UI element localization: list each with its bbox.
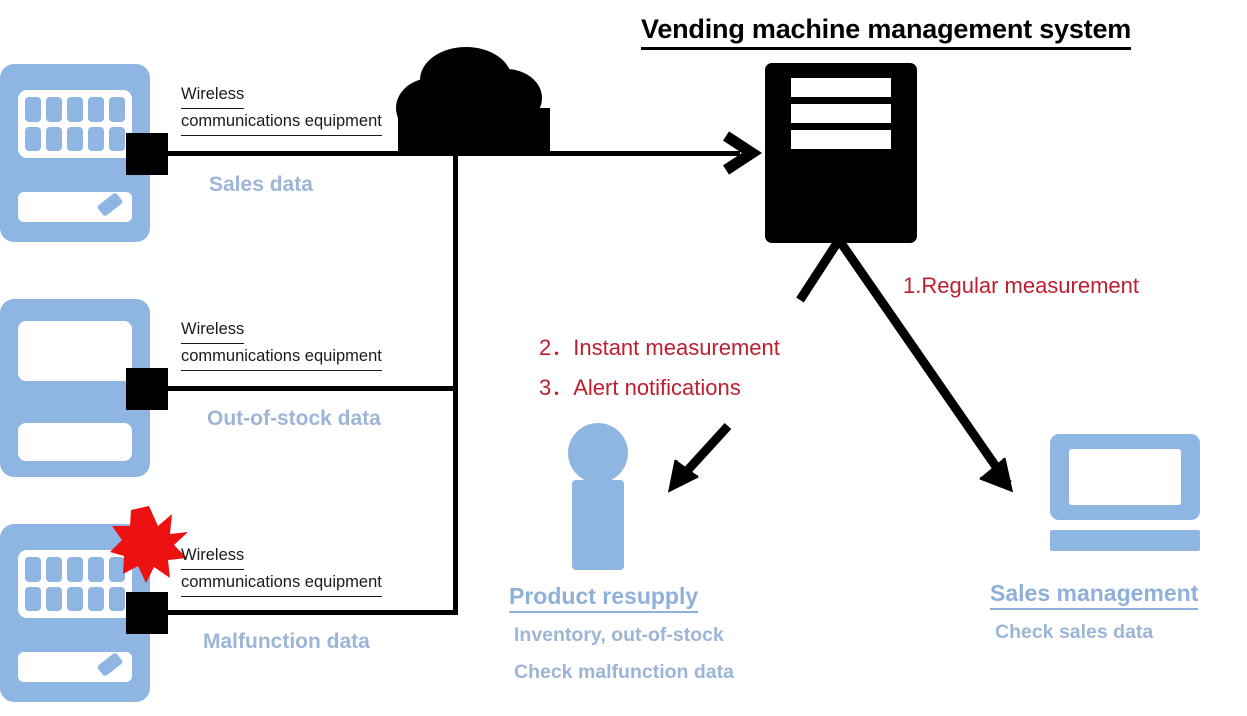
role-line-check-sales: Check sales data: [995, 621, 1154, 643]
connector-box-malfunction: [126, 592, 168, 634]
data-label-sales: Sales data: [209, 173, 313, 196]
wireless-label-sales: Wireless communications equipment: [181, 82, 382, 136]
product-slot: [109, 586, 125, 611]
product-slot: [67, 557, 83, 582]
arrow-down-left-icon: [667, 422, 732, 493]
product-slot: [46, 97, 62, 122]
step-2-label: 2．Instant measurement: [539, 335, 780, 360]
wireless-label-line1: Wireless: [181, 82, 245, 109]
coin-slot-icon: [96, 651, 124, 678]
role-sales-management: Sales management Check sales data: [990, 580, 1199, 644]
product-slot: [109, 126, 125, 151]
monitor-frame: [1050, 434, 1200, 520]
product-slot: [25, 97, 41, 122]
wireless-label-line2: communications equipment: [181, 344, 382, 371]
role-product-resupply: Product resupply Inventory, out-of-stock…: [509, 583, 734, 684]
product-slot: [67, 97, 83, 122]
cloud-icon: [396, 47, 550, 152]
role-title-sales-management: Sales management: [990, 580, 1199, 610]
diagram-canvas: Vending machine management system Wirele…: [0, 0, 1247, 716]
vending-machine-empty-shelf-top: [18, 321, 132, 381]
coin-slot-icon: [96, 191, 124, 218]
connector-box-out-of-stock: [126, 368, 168, 410]
role-title-product-resupply: Product resupply: [509, 583, 699, 613]
step-1-label: 1.Regular measurement: [903, 273, 1140, 298]
product-slot: [109, 97, 125, 122]
step-3-label: 3．Alert notifications: [539, 375, 741, 400]
person-body: [572, 480, 624, 570]
product-slot: [46, 126, 62, 151]
wire-outofstock-horizontal: [165, 386, 458, 391]
product-slot: [25, 586, 41, 611]
product-slot: [25, 126, 41, 151]
monitor-icon: [1050, 434, 1200, 551]
wireless-label-line2: communications equipment: [181, 109, 382, 136]
vending-machine-coin-tray: [18, 651, 132, 682]
product-slot: [88, 97, 104, 122]
wireless-label-line1: Wireless: [181, 543, 245, 570]
data-label-out-of-stock: Out-of-stock data: [207, 407, 381, 430]
vending-machine-coin-tray: [18, 191, 132, 222]
product-slot: [67, 126, 83, 151]
person-icon: [568, 423, 628, 483]
wireless-label-line1: Wireless: [181, 317, 245, 344]
server-icon: [765, 63, 917, 243]
connector-box-sales: [126, 133, 168, 175]
product-slot: [88, 586, 104, 611]
wireless-label-malfunction: Wireless communications equipment: [181, 543, 382, 597]
monitor-base: [1050, 530, 1200, 551]
product-slot: [67, 586, 83, 611]
product-slot: [25, 557, 41, 582]
wire-vertical-trunk: [453, 151, 458, 615]
role-line-malfunction: Check malfunction data: [514, 661, 734, 683]
role-line-inventory: Inventory, out-of-stock: [514, 624, 724, 646]
wireless-label-line2: communications equipment: [181, 570, 382, 597]
alert-burst-icon: [110, 506, 188, 583]
product-slot: [46, 586, 62, 611]
product-slot: [88, 557, 104, 582]
vending-machine-empty-shelf-bottom: [18, 423, 132, 461]
product-slot: [88, 126, 104, 151]
vending-machine-product-grid: [18, 90, 132, 158]
wire-malfunction-horizontal: [165, 610, 458, 615]
monitor-screen: [1069, 449, 1181, 505]
product-slot: [46, 557, 62, 582]
data-label-malfunction: Malfunction data: [203, 630, 370, 653]
page-title: Vending machine management system: [641, 14, 1131, 50]
wireless-label-out-of-stock: Wireless communications equipment: [181, 317, 382, 371]
